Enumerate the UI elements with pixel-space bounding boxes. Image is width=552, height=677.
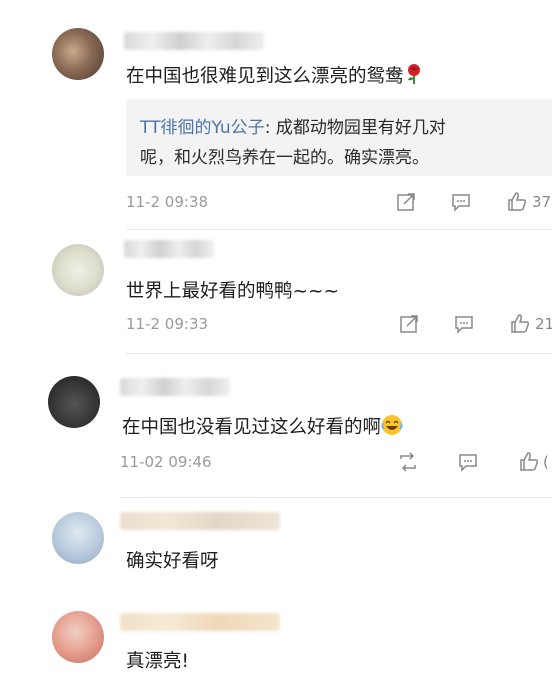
comment-text-content: 在中国也很难见到这么漂亮的鸳鸯 xyxy=(126,66,404,87)
reply-text-2: 呢，和火烈鸟养在一起的。确实漂亮。 xyxy=(140,148,429,168)
username-blurred[interactable] xyxy=(120,512,280,530)
comment-icon[interactable] xyxy=(457,451,479,473)
like-count: 37 xyxy=(532,193,552,211)
share-icon[interactable] xyxy=(398,313,420,335)
divider xyxy=(126,353,552,354)
share-icon[interactable] xyxy=(395,191,417,213)
reply-line-1: TT徘徊的Yu公子: 成都动物园里有好几对 xyxy=(140,113,446,138)
comment-time: 11-2 09:38 xyxy=(126,193,209,211)
comment-icon[interactable] xyxy=(450,191,472,213)
rose-emoji-icon xyxy=(404,63,424,90)
reply-username[interactable]: TT徘徊的Yu公子 xyxy=(140,118,265,138)
thumbs-up-icon[interactable] xyxy=(509,312,531,334)
username-blurred[interactable] xyxy=(120,613,280,631)
avatar[interactable] xyxy=(48,376,100,428)
avatar[interactable] xyxy=(52,28,104,80)
username-blurred[interactable] xyxy=(120,378,230,396)
reply-separator: : xyxy=(264,118,276,138)
avatar[interactable] xyxy=(52,512,104,564)
comment-text: 确实好看呀 xyxy=(126,551,219,572)
comment-icon[interactable] xyxy=(453,313,475,335)
reply-line-2: 呢，和火烈鸟养在一起的。确实漂亮。 xyxy=(140,143,429,168)
repost-icon[interactable] xyxy=(397,451,419,473)
username-blurred[interactable] xyxy=(124,32,264,50)
reply-text-1: 成都动物园里有好几对 xyxy=(275,118,446,138)
comment-time: 11-02 09:46 xyxy=(120,453,212,471)
username-blurred[interactable] xyxy=(124,240,214,258)
comment-text: 在中国也很难见到这么漂亮的鸳鸯 xyxy=(126,62,424,90)
comment-4: 确实好看呀 xyxy=(0,500,552,595)
divider xyxy=(120,497,552,498)
like-count: ( xyxy=(543,453,549,471)
comment-time: 11-2 09:33 xyxy=(126,315,209,333)
laugh-crying-emoji-icon xyxy=(381,414,403,441)
comment-3: 在中国也没看见过这么好看的啊 11-02 09:46 ( xyxy=(0,360,552,500)
avatar[interactable] xyxy=(52,611,104,663)
comment-text-content: 在中国也没看见过这么好看的啊 xyxy=(122,417,382,438)
comment-1: 在中国也很难见到这么漂亮的鸳鸯 TT徘徊的Yu公子: 成都动物园里有好几对 呢，… xyxy=(0,0,552,230)
comment-2: 世界上最好看的鸭鸭~~~ 11-2 09:33 21 xyxy=(0,230,552,360)
like-count: 21 xyxy=(535,315,552,333)
avatar[interactable] xyxy=(52,244,104,296)
comment-text: 真漂亮! xyxy=(126,651,189,672)
thumbs-up-icon[interactable] xyxy=(518,450,540,472)
thumbs-up-icon[interactable] xyxy=(506,190,528,212)
comment-5: 真漂亮! xyxy=(0,595,552,677)
comment-text: 在中国也没看见过这么好看的啊 xyxy=(122,413,403,441)
reply-box[interactable]: TT徘徊的Yu公子: 成都动物园里有好几对 呢，和火烈鸟养在一起的。确实漂亮。 xyxy=(126,99,552,176)
comment-text: 世界上最好看的鸭鸭~~~ xyxy=(126,281,340,302)
